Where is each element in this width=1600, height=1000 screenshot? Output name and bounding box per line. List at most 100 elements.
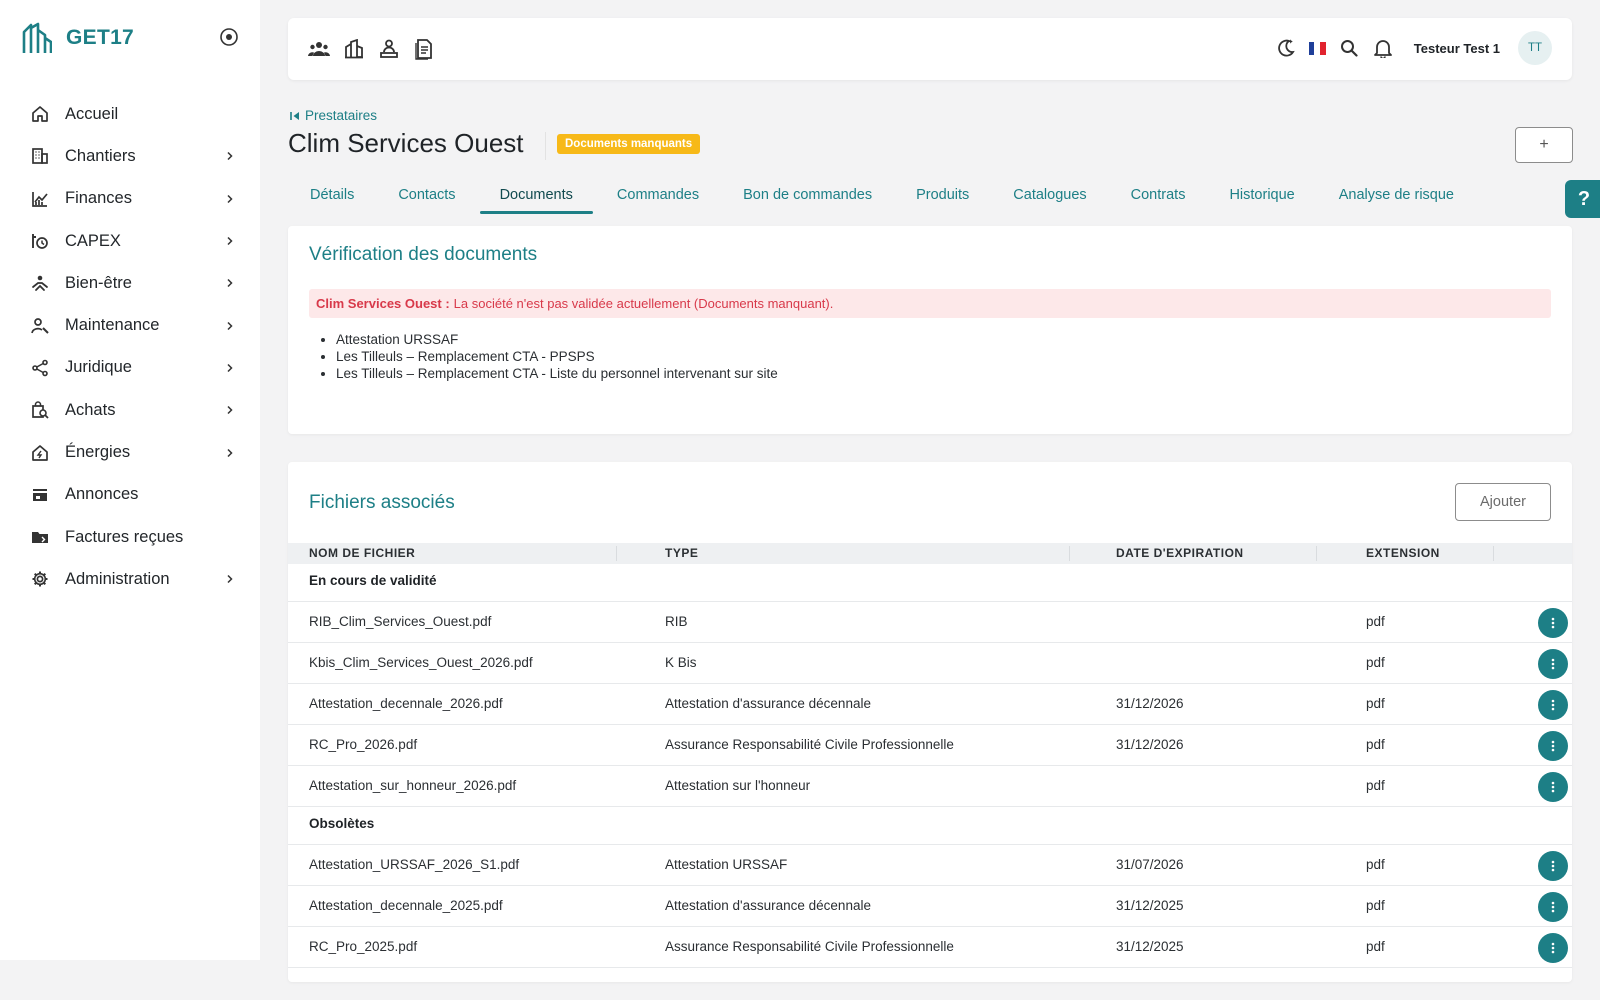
sidebar-item-accueil[interactable]: Accueil xyxy=(0,93,260,135)
column-header-name[interactable]: NOM DE FICHIER xyxy=(309,546,415,560)
chevron-right-icon xyxy=(222,402,238,418)
sidebar-item-label: Énergies xyxy=(65,443,131,462)
page-title: Clim Services Ouest xyxy=(288,128,524,158)
sidebar-item-label: CAPEX xyxy=(65,231,121,250)
sidebar-item-finances[interactable]: Finances xyxy=(0,178,260,220)
validation-alert: Clim Services Ouest : La société n'est p… xyxy=(309,289,1551,318)
column-separator xyxy=(1493,546,1494,561)
help-button[interactable]: ? xyxy=(1565,180,1600,218)
folder-icon xyxy=(30,527,50,547)
wellbeing-icon xyxy=(30,273,50,293)
file-extension-cell: pdf xyxy=(1366,778,1385,793)
sidebar-toggle-icon[interactable] xyxy=(219,27,239,47)
tab-analyse-de-risque[interactable]: Analyse de risque xyxy=(1317,178,1476,212)
table-row[interactable]: RIB_Clim_Services_Ouest.pdf RIB pdf xyxy=(288,602,1572,643)
table-row[interactable]: Attestation_URSSAF_2026_S1.pdf Attestatio… xyxy=(288,845,1572,886)
topbar: Testeur Test 1 TT xyxy=(288,18,1572,80)
file-extension-cell: pdf xyxy=(1366,898,1385,913)
file-extension-cell: pdf xyxy=(1366,696,1385,711)
tab-bon-de-commandes[interactable]: Bon de commandes xyxy=(721,178,894,212)
sidebar-item-bien-etre[interactable]: Bien-être xyxy=(0,262,260,304)
file-type-cell: K Bis xyxy=(665,655,697,670)
french-flag-icon[interactable] xyxy=(1308,41,1326,55)
logo[interactable]: GET17 xyxy=(22,22,134,54)
document-icon[interactable] xyxy=(413,38,435,60)
row-actions-kebab-icon[interactable] xyxy=(1538,731,1568,761)
sidebar-item-label: Annonces xyxy=(65,485,139,504)
row-actions-kebab-icon[interactable] xyxy=(1538,851,1568,881)
column-header-expiry[interactable]: DATE D'EXPIRATION xyxy=(1116,546,1244,560)
row-actions-kebab-icon[interactable] xyxy=(1538,608,1568,638)
document-verification-card: Vérification des documents Clim Services… xyxy=(288,226,1572,434)
sidebar-item-energies[interactable]: Énergies xyxy=(0,431,260,473)
file-type-cell: Attestation d'assurance décennale xyxy=(665,898,871,913)
logo-text: GET17 xyxy=(66,26,135,49)
search-icon[interactable] xyxy=(1338,37,1360,59)
chevron-right-icon xyxy=(222,571,238,587)
file-type-cell: Attestation sur l'honneur xyxy=(665,778,811,793)
table-group-row: Obsolètes xyxy=(288,807,1572,845)
sidebar-item-chantiers[interactable]: Chantiers xyxy=(0,135,260,177)
tab-contacts[interactable]: Contacts xyxy=(376,178,477,212)
sidebar-item-achats[interactable]: Achats xyxy=(0,389,260,431)
file-name-cell[interactable]: RIB_Clim_Services_Ouest.pdf xyxy=(309,614,491,629)
maintenance-icon xyxy=(30,316,50,336)
row-actions-kebab-icon[interactable] xyxy=(1538,772,1568,802)
add-action-button[interactable]: + xyxy=(1515,127,1573,163)
sidebar-item-factures-recues[interactable]: Factures reçues xyxy=(0,516,260,558)
sidebar-item-label: Accueil xyxy=(65,104,119,123)
buildings-icon[interactable] xyxy=(343,38,365,60)
tab-commandes[interactable]: Commandes xyxy=(595,178,721,212)
breadcrumb-link[interactable]: Prestataires xyxy=(305,108,377,123)
file-name-cell[interactable]: Attestation_sur_honneur_2026.pdf xyxy=(309,778,516,793)
table-row[interactable]: Attestation_decennale_2026.pdf Attestatio… xyxy=(288,684,1572,725)
file-name-cell[interactable]: RC_Pro_2025.pdf xyxy=(309,939,417,954)
person-desk-icon[interactable] xyxy=(378,38,400,60)
table-row[interactable]: RC_Pro_2025.pdf Assurance Responsabilité … xyxy=(288,927,1572,968)
title-divider xyxy=(545,132,546,160)
associated-files-card: Fichiers associés Ajouter NOM DE FICHIER… xyxy=(288,462,1572,982)
add-file-button[interactable]: Ajouter xyxy=(1455,483,1551,521)
tab-catalogues[interactable]: Catalogues xyxy=(991,178,1108,212)
sidebar-item-label: Juridique xyxy=(65,358,132,377)
avatar[interactable]: TT xyxy=(1518,31,1552,65)
user-name[interactable]: Testeur Test 1 xyxy=(1414,41,1500,56)
file-name-cell[interactable]: Attestation_decennale_2026.pdf xyxy=(309,696,503,711)
table-row[interactable]: Attestation_sur_honneur_2026.pdf Attestat… xyxy=(288,766,1572,807)
sidebar-item-annonces[interactable]: Annonces xyxy=(0,474,260,516)
tabs: Détails Contacts Documents Commandes Bon de … xyxy=(288,178,1476,214)
breadcrumb[interactable]: Prestataires xyxy=(290,108,377,123)
energy-home-icon xyxy=(30,443,50,463)
finance-chart-icon xyxy=(30,189,50,209)
file-extension-cell: pdf xyxy=(1366,857,1385,872)
tab-produits[interactable]: Produits xyxy=(894,178,991,212)
users-icon[interactable] xyxy=(308,38,330,60)
tab-documents[interactable]: Documents xyxy=(478,178,595,214)
tab-contrats[interactable]: Contrats xyxy=(1109,178,1208,212)
row-actions-kebab-icon[interactable] xyxy=(1538,690,1568,720)
chevron-right-icon xyxy=(222,148,238,164)
tab-historique[interactable]: Historique xyxy=(1207,178,1316,212)
row-actions-kebab-icon[interactable] xyxy=(1538,892,1568,922)
column-header-extension[interactable]: EXTENSION xyxy=(1366,546,1440,560)
tab-details[interactable]: Détails xyxy=(288,178,376,212)
file-name-cell[interactable]: RC_Pro_2026.pdf xyxy=(309,737,417,752)
sidebar-item-juridique[interactable]: Juridique xyxy=(0,347,260,389)
row-actions-kebab-icon[interactable] xyxy=(1538,649,1568,679)
column-header-type[interactable]: TYPE xyxy=(665,546,698,560)
file-name-cell[interactable]: Kbis_Clim_Services_Ouest_2026.pdf xyxy=(309,655,533,670)
table-row[interactable]: Kbis_Clim_Services_Ouest_2026.pdf K Bis pd… xyxy=(288,643,1572,684)
gear-icon xyxy=(30,569,50,589)
row-actions-kebab-icon[interactable] xyxy=(1538,933,1568,963)
sidebar-item-administration[interactable]: Administration xyxy=(0,558,260,600)
sidebar-item-maintenance[interactable]: Maintenance xyxy=(0,304,260,346)
file-name-cell[interactable]: Attestation_decennale_2025.pdf xyxy=(309,898,503,913)
table-row[interactable]: RC_Pro_2026.pdf Assurance Responsabilité … xyxy=(288,725,1572,766)
bell-icon[interactable] xyxy=(1372,37,1394,59)
dark-mode-icon[interactable] xyxy=(1275,37,1297,59)
file-expiry-cell: 31/12/2025 xyxy=(1116,898,1184,913)
store-icon xyxy=(30,485,50,505)
file-name-cell[interactable]: Attestation_URSSAF_2026_S1.pdf xyxy=(309,857,519,872)
sidebar-item-capex[interactable]: CAPEX xyxy=(0,220,260,262)
table-row[interactable]: Attestation_decennale_2025.pdf Attestatio… xyxy=(288,886,1572,927)
